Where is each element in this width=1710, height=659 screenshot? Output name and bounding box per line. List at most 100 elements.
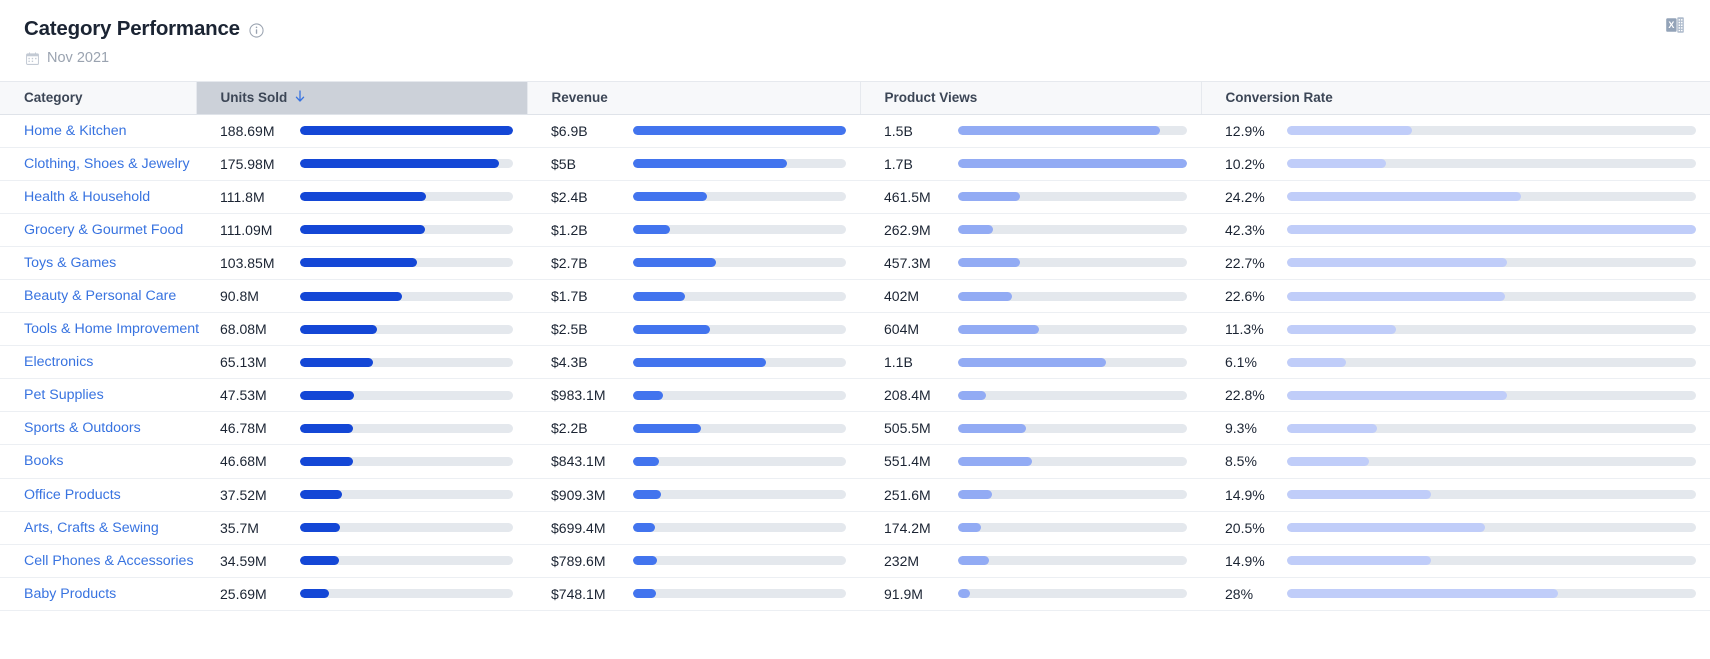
cell-product-views: 604M xyxy=(860,313,1201,346)
cell-product-views: 505.5M xyxy=(860,412,1201,445)
units-sold-value: 111.09M xyxy=(220,222,288,238)
product-views-bar-fill xyxy=(958,325,1039,334)
title-row: Category Performance xyxy=(24,16,1686,41)
revenue-value: $4.3B xyxy=(551,354,621,370)
revenue-bar-fill xyxy=(633,159,787,168)
svg-text:X: X xyxy=(1668,20,1674,30)
conversion-rate-bar-fill xyxy=(1287,556,1431,565)
product-views-bar-track xyxy=(958,258,1187,267)
conversion-rate-bar-fill xyxy=(1287,258,1507,267)
units-sold-value: 25.69M xyxy=(220,586,288,602)
product-views-bar-track xyxy=(958,292,1187,301)
product-views-bar-track xyxy=(958,391,1187,400)
units-sold-bar-track xyxy=(300,490,513,499)
category-link[interactable]: Cell Phones & Accessories xyxy=(0,544,196,577)
units-sold-value: 35.7M xyxy=(220,520,288,536)
cell-revenue: $1.2B xyxy=(527,213,860,246)
units-sold-value: 68.08M xyxy=(220,321,288,337)
conversion-rate-bar-fill xyxy=(1287,457,1369,466)
cell-product-views: 91.9M xyxy=(860,577,1201,610)
units-sold-bar-fill xyxy=(300,589,329,598)
cell-units-sold: 65.13M xyxy=(196,346,527,379)
revenue-bar-fill xyxy=(633,589,656,598)
cell-conversion-rate: 22.7% xyxy=(1201,246,1710,279)
revenue-value: $2.5B xyxy=(551,321,621,337)
category-link[interactable]: Tools & Home Improvement xyxy=(0,313,196,346)
cell-revenue: $748.1M xyxy=(527,577,860,610)
units-sold-bar-fill xyxy=(300,556,339,565)
table-head: Category Units Sold xyxy=(0,82,1710,114)
excel-export-icon[interactable]: X xyxy=(1662,12,1688,38)
category-link[interactable]: Sports & Outdoors xyxy=(0,412,196,445)
units-sold-bar-fill xyxy=(300,391,354,400)
units-sold-bar-track xyxy=(300,589,513,598)
revenue-bar-track xyxy=(633,589,846,598)
revenue-bar-track xyxy=(633,490,846,499)
cell-revenue: $843.1M xyxy=(527,445,860,478)
revenue-bar-fill xyxy=(633,225,670,234)
product-views-value: 208.4M xyxy=(884,387,946,403)
units-sold-bar-fill xyxy=(300,126,513,135)
cell-units-sold: 188.69M xyxy=(196,114,527,147)
units-sold-bar-fill xyxy=(300,490,342,499)
category-link[interactable]: Beauty & Personal Care xyxy=(0,279,196,312)
units-sold-bar-fill xyxy=(300,424,353,433)
category-link[interactable]: Clothing, Shoes & Jewelry xyxy=(0,147,196,180)
category-link[interactable]: Office Products xyxy=(0,478,196,511)
category-link[interactable]: Toys & Games xyxy=(0,246,196,279)
category-link[interactable]: Baby Products xyxy=(0,577,196,610)
category-link[interactable]: Electronics xyxy=(0,346,196,379)
column-header-units-sold-label: Units Sold xyxy=(221,90,288,105)
product-views-bar-track xyxy=(958,325,1187,334)
cell-units-sold: 46.68M xyxy=(196,445,527,478)
conversion-rate-bar-track xyxy=(1287,490,1696,499)
column-header-product-views[interactable]: Product Views xyxy=(860,82,1201,114)
cell-revenue: $909.3M xyxy=(527,478,860,511)
cell-units-sold: 68.08M xyxy=(196,313,527,346)
product-views-bar-fill xyxy=(958,192,1020,201)
column-header-revenue[interactable]: Revenue xyxy=(527,82,860,114)
column-header-category[interactable]: Category xyxy=(0,82,196,114)
category-link[interactable]: Books xyxy=(0,445,196,478)
conversion-rate-value: 28% xyxy=(1225,586,1275,602)
units-sold-bar-fill xyxy=(300,292,402,301)
category-link[interactable]: Arts, Crafts & Sewing xyxy=(0,511,196,544)
units-sold-bar-track xyxy=(300,159,513,168)
category-link[interactable]: Health & Household xyxy=(0,180,196,213)
table-row: Office Products37.52M$909.3M251.6M14.9% xyxy=(0,478,1710,511)
column-header-conversion-rate[interactable]: Conversion Rate xyxy=(1201,82,1710,114)
revenue-bar-track xyxy=(633,126,846,135)
cell-revenue: $699.4M xyxy=(527,511,860,544)
product-views-bar-fill xyxy=(958,258,1020,267)
cell-conversion-rate: 11.3% xyxy=(1201,313,1710,346)
cell-units-sold: 175.98M xyxy=(196,147,527,180)
cell-conversion-rate: 8.5% xyxy=(1201,445,1710,478)
product-views-bar-track xyxy=(958,424,1187,433)
category-link[interactable]: Home & Kitchen xyxy=(0,114,196,147)
performance-table-container: Category Units Sold xyxy=(0,81,1710,659)
category-link[interactable]: Pet Supplies xyxy=(0,379,196,412)
category-link[interactable]: Grocery & Gourmet Food xyxy=(0,213,196,246)
product-views-bar-fill xyxy=(958,159,1187,168)
conversion-rate-bar-fill xyxy=(1287,225,1696,234)
revenue-bar-fill xyxy=(633,192,707,201)
cell-product-views: 262.9M xyxy=(860,213,1201,246)
table-row: Arts, Crafts & Sewing35.7M$699.4M174.2M2… xyxy=(0,511,1710,544)
cell-revenue: $2.2B xyxy=(527,412,860,445)
calendar-icon xyxy=(26,52,39,65)
cell-conversion-rate: 9.3% xyxy=(1201,412,1710,445)
units-sold-bar-fill xyxy=(300,159,499,168)
column-header-units-sold[interactable]: Units Sold xyxy=(196,82,527,114)
product-views-bar-track xyxy=(958,225,1187,234)
info-circle-icon[interactable] xyxy=(249,23,264,38)
units-sold-bar-fill xyxy=(300,192,426,201)
table-body: Home & Kitchen188.69M$6.9B1.5B12.9%Cloth… xyxy=(0,114,1710,610)
product-views-bar-track xyxy=(958,523,1187,532)
conversion-rate-value: 11.3% xyxy=(1225,321,1275,337)
product-views-value: 1.1B xyxy=(884,354,946,370)
table-row: Electronics65.13M$4.3B1.1B6.1% xyxy=(0,346,1710,379)
product-views-value: 262.9M xyxy=(884,222,946,238)
cell-units-sold: 35.7M xyxy=(196,511,527,544)
conversion-rate-value: 22.8% xyxy=(1225,387,1275,403)
revenue-bar-fill xyxy=(633,391,663,400)
